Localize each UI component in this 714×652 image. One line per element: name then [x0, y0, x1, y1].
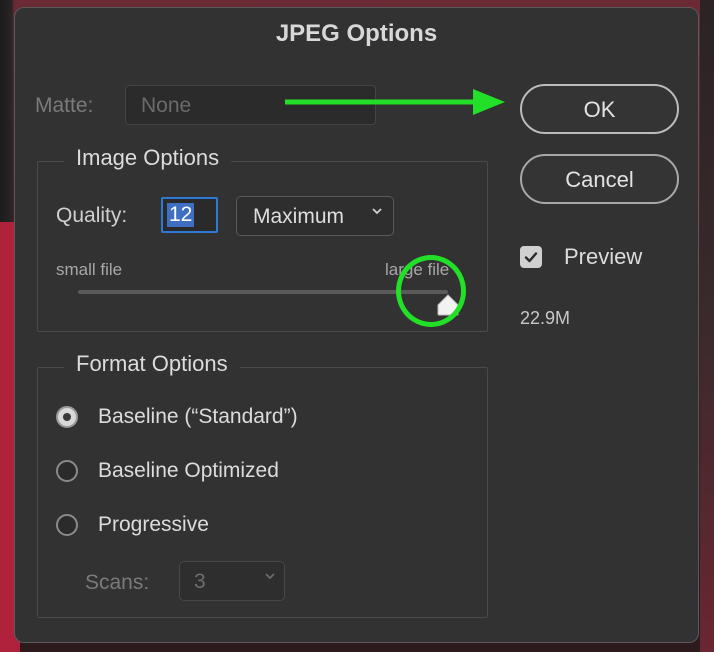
preview-checkbox[interactable] — [520, 246, 542, 268]
quality-input[interactable]: 12 — [161, 197, 218, 233]
format-options-legend: Format Options — [64, 351, 240, 377]
background-photo-edge — [700, 0, 714, 652]
slider-min-label: small file — [56, 260, 123, 279]
preview-checkbox-row[interactable]: Preview — [520, 244, 642, 270]
chevron-down-icon — [264, 569, 276, 587]
radio-label: Baseline Optimized — [98, 459, 279, 482]
file-size-readout: 22.9M — [520, 308, 571, 328]
annotation-circle — [396, 255, 466, 327]
scans-select: 3 — [179, 561, 285, 601]
radio-button[interactable] — [56, 406, 78, 428]
quality-slider-track[interactable] — [78, 290, 448, 294]
checkmark-icon — [524, 252, 538, 263]
radio-label: Baseline (“Standard”) — [98, 405, 298, 428]
image-options-legend: Image Options — [64, 145, 232, 171]
dialog-title: JPEG Options — [275, 20, 438, 47]
scans-value: 3 — [194, 570, 206, 593]
radio-baseline-standard[interactable]: Baseline (“Standard”) — [56, 405, 298, 429]
scans-label: Scans: — [85, 571, 150, 594]
quality-label: Quality: — [56, 204, 128, 227]
chevron-down-icon — [371, 204, 383, 222]
matte-label: Matte: — [35, 94, 94, 117]
quality-preset-select[interactable]: Maximum — [236, 196, 394, 236]
radio-progressive[interactable]: Progressive — [56, 513, 209, 537]
quality-preset-value: Maximum — [253, 205, 345, 228]
radio-baseline-optimized[interactable]: Baseline Optimized — [56, 459, 279, 483]
radio-button[interactable] — [56, 514, 78, 536]
ok-button[interactable]: OK — [520, 84, 679, 134]
annotation-arrow-icon — [285, 89, 505, 115]
preview-label: Preview — [564, 244, 643, 269]
format-options-group: Format Options Baseline (“Standard”) Bas… — [37, 351, 488, 618]
quality-value: 12 — [167, 203, 195, 227]
radio-label: Progressive — [98, 513, 209, 536]
radio-button[interactable] — [56, 460, 78, 482]
cancel-button[interactable]: Cancel — [520, 154, 679, 204]
